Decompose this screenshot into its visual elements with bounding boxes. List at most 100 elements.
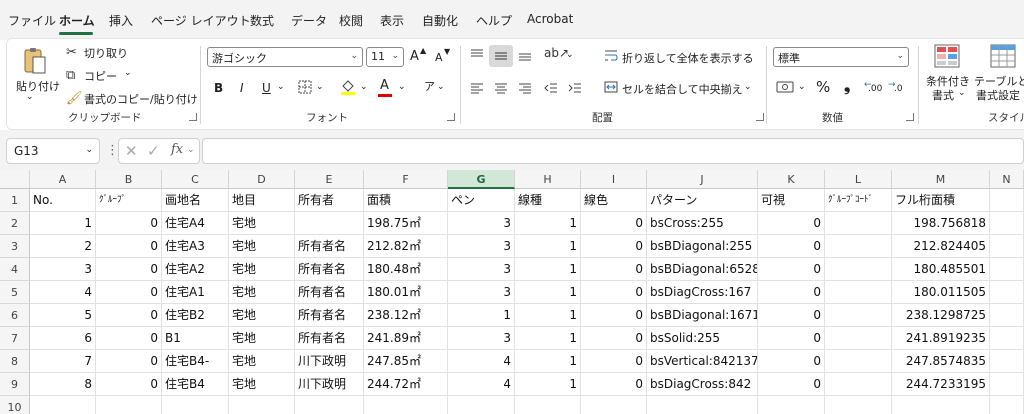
tab-automate[interactable]: 自動化 — [422, 12, 458, 29]
cancel-icon[interactable]: ✕ — [125, 142, 138, 160]
wrap-text-icon[interactable] — [604, 49, 618, 66]
cell-e4[interactable]: 所有者名 — [295, 258, 364, 281]
row-header-10[interactable]: 10 — [0, 396, 30, 414]
cell-j7[interactable]: bsSolid:255 — [647, 327, 758, 350]
cell-i8[interactable]: 0 — [581, 350, 647, 373]
cell-j3[interactable]: bsBDiagonal:255 — [647, 235, 758, 258]
cell-m3[interactable]: 212.824405 — [892, 235, 990, 258]
cell-b8[interactable]: 0 — [96, 350, 162, 373]
cell-b6[interactable]: 0 — [96, 304, 162, 327]
cell-c3[interactable]: 住宅A3 — [162, 235, 229, 258]
cell-g7[interactable]: 3 — [448, 327, 515, 350]
phonetic-dropdown-icon[interactable]: ⌄ — [437, 82, 445, 92]
merge-dropdown-icon[interactable]: ⌄ — [744, 82, 752, 92]
underline-button[interactable]: U — [262, 81, 271, 95]
cell-a7[interactable]: 6 — [30, 327, 96, 350]
borders-dropdown-icon[interactable]: ⌄ — [316, 82, 324, 92]
cell-l4[interactable] — [825, 258, 892, 281]
cell-b1[interactable]: ｸﾞﾙｰﾌﾟ — [96, 189, 162, 212]
row-header-3[interactable]: 3 — [0, 235, 30, 258]
paste-button[interactable]: 貼り付け — [16, 78, 60, 94]
name-box[interactable]: G13 ⌄ — [6, 138, 100, 164]
cell-k10[interactable] — [758, 396, 825, 414]
cell-n1[interactable] — [990, 189, 1024, 212]
bold-button[interactable]: B — [214, 81, 223, 95]
cell-h6[interactable]: 1 — [515, 304, 581, 327]
font-name-select[interactable]: 游ゴシック ⌄ — [207, 47, 363, 67]
copy-dropdown-icon[interactable]: ⌄ — [124, 68, 132, 78]
cell-i2[interactable]: 0 — [581, 212, 647, 235]
column-header-c[interactable]: C — [162, 170, 229, 189]
clipboard-launcher-icon[interactable] — [189, 113, 197, 121]
column-header-h[interactable]: H — [515, 170, 581, 189]
cell-l1[interactable]: ｸﾞﾙｰﾌﾟｺｰﾄﾞ — [825, 189, 892, 212]
cell-g1[interactable]: ペン — [448, 189, 515, 212]
cell-i1[interactable]: 線色 — [581, 189, 647, 212]
cell-j9[interactable]: bsDiagCross:842 — [647, 373, 758, 396]
cell-h1[interactable]: 線種 — [515, 189, 581, 212]
cell-e2[interactable] — [295, 212, 364, 235]
cell-g4[interactable]: 3 — [448, 258, 515, 281]
row-header-2[interactable]: 2 — [0, 212, 30, 235]
font-color-button[interactable]: A — [380, 78, 389, 93]
cell-e7[interactable]: 所有者名 — [295, 327, 364, 350]
decrease-decimal-button[interactable]: .0 — [894, 84, 903, 94]
cell-a6[interactable]: 5 — [30, 304, 96, 327]
tab-data[interactable]: データ — [291, 12, 327, 29]
tab-file[interactable]: ファイル — [8, 12, 56, 29]
cell-j1[interactable]: パターン — [647, 189, 758, 212]
cell-k5[interactable]: 0 — [758, 281, 825, 304]
tab-page-layout[interactable]: ページ レイアウト — [151, 12, 251, 29]
cell-k6[interactable]: 0 — [758, 304, 825, 327]
column-header-k[interactable]: K — [758, 170, 825, 189]
fill-color-dropdown-icon[interactable]: ⌄ — [360, 82, 368, 92]
cell-g6[interactable]: 1 — [448, 304, 515, 327]
column-header-a[interactable]: A — [30, 170, 96, 189]
cell-g3[interactable]: 3 — [448, 235, 515, 258]
cell-l9[interactable] — [825, 373, 892, 396]
row-header-7[interactable]: 7 — [0, 327, 30, 350]
tab-formulas[interactable]: 数式 — [250, 12, 274, 29]
alignment-launcher-icon[interactable] — [756, 113, 764, 121]
cell-h3[interactable]: 1 — [515, 235, 581, 258]
cell-a9[interactable]: 8 — [30, 373, 96, 396]
cell-m7[interactable]: 241.8919235 — [892, 327, 990, 350]
cell-k8[interactable]: 0 — [758, 350, 825, 373]
cell-c1[interactable]: 画地名 — [162, 189, 229, 212]
cell-g9[interactable]: 4 — [448, 373, 515, 396]
cell-h5[interactable]: 1 — [515, 281, 581, 304]
cell-f10[interactable] — [364, 396, 448, 414]
accounting-format-icon[interactable] — [776, 80, 794, 97]
cell-d10[interactable] — [229, 396, 295, 414]
cell-n6[interactable] — [990, 304, 1024, 327]
merge-center-icon[interactable] — [604, 80, 618, 97]
cell-e6[interactable]: 所有者名 — [295, 304, 364, 327]
cell-b5[interactable]: 0 — [96, 281, 162, 304]
row-header-5[interactable]: 5 — [0, 281, 30, 304]
cell-j4[interactable]: bsBDiagonal:6528 — [647, 258, 758, 281]
cell-i9[interactable]: 0 — [581, 373, 647, 396]
phonetic-button[interactable]: ア — [424, 78, 435, 94]
cell-a8[interactable]: 7 — [30, 350, 96, 373]
cell-b7[interactable]: 0 — [96, 327, 162, 350]
select-all-corner[interactable] — [0, 170, 30, 189]
cell-c2[interactable]: 住宅A4 — [162, 212, 229, 235]
cell-j8[interactable]: bsVertical:842137 — [647, 350, 758, 373]
cell-h8[interactable]: 1 — [515, 350, 581, 373]
cell-a10[interactable] — [30, 396, 96, 414]
align-top-icon[interactable] — [470, 49, 484, 64]
tab-view[interactable]: 表示 — [380, 12, 404, 29]
tab-help[interactable]: ヘルプ — [476, 12, 512, 29]
cell-h2[interactable]: 1 — [515, 212, 581, 235]
cell-k7[interactable]: 0 — [758, 327, 825, 350]
row-header-1[interactable]: 1 — [0, 189, 30, 212]
cell-e8[interactable]: 川下政明 — [295, 350, 364, 373]
column-header-j[interactable]: J — [647, 170, 758, 189]
font-size-select[interactable]: 11 ⌄ — [366, 47, 404, 67]
cell-f6[interactable]: 238.12㎡ — [364, 304, 448, 327]
cell-d1[interactable]: 地目 — [229, 189, 295, 212]
cell-g8[interactable]: 4 — [448, 350, 515, 373]
merge-center-button[interactable]: セルを結合して中央揃え — [622, 81, 743, 97]
cell-j6[interactable]: bsBDiagonal:1671 — [647, 304, 758, 327]
cell-l7[interactable] — [825, 327, 892, 350]
